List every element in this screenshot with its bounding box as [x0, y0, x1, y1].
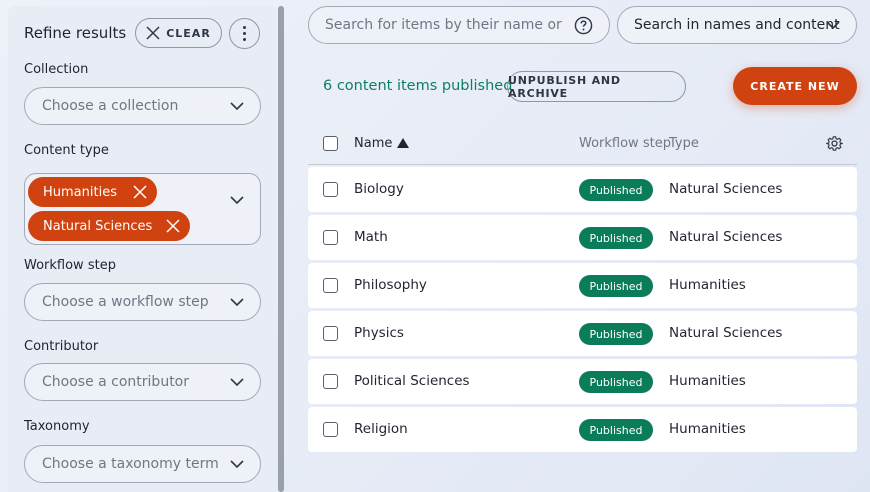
- sidebar-more-menu-button[interactable]: [229, 18, 260, 49]
- chevron-down-icon: [230, 460, 244, 469]
- column-header-name[interactable]: Name: [354, 136, 392, 151]
- create-new-button[interactable]: CREATE NEW: [733, 67, 857, 105]
- chevron-down-icon: [826, 21, 840, 30]
- remove-chip-icon[interactable]: [166, 219, 180, 233]
- item-name-link[interactable]: Biology: [354, 181, 404, 197]
- status-badge: Published: [579, 275, 653, 297]
- item-name-link[interactable]: Math: [354, 229, 388, 245]
- contributor-select[interactable]: Choose a contributor: [24, 363, 261, 401]
- item-name-link[interactable]: Religion: [354, 421, 408, 437]
- row-checkbox[interactable]: [323, 374, 338, 389]
- item-type: Humanities: [669, 421, 746, 437]
- collection-select[interactable]: Choose a collection: [24, 87, 261, 125]
- sort-ascending-icon[interactable]: [397, 138, 409, 148]
- taxonomy-filter-label: Taxonomy: [24, 419, 90, 434]
- content-type-filter-label: Content type: [24, 143, 109, 158]
- contributor-filter-label: Contributor: [24, 339, 99, 354]
- sidebar-title: Refine results: [24, 24, 127, 42]
- item-type: Humanities: [669, 277, 746, 293]
- chip-label: Natural Sciences: [43, 218, 153, 234]
- item-type: Natural Sciences: [669, 181, 783, 197]
- item-name-link[interactable]: Philosophy: [354, 277, 427, 293]
- sidebar-scrollbar[interactable]: [278, 6, 284, 492]
- workflow-step-select[interactable]: Choose a workflow step: [24, 283, 261, 321]
- status-badge: Published: [579, 179, 653, 201]
- kebab-dot: [243, 32, 246, 35]
- chevron-down-icon: [230, 196, 244, 205]
- kebab-menu-icon: [243, 26, 246, 29]
- table-header: Name Workflow step Type: [308, 121, 857, 165]
- search-input[interactable]: [325, 17, 563, 33]
- status-badge: Published: [579, 371, 653, 393]
- row-checkbox[interactable]: [323, 278, 338, 293]
- collection-filter-label: Collection: [24, 62, 89, 77]
- status-badge: Published: [579, 419, 653, 441]
- gear-icon[interactable]: [826, 135, 843, 152]
- table-row[interactable]: Political Sciences Published Humanities: [308, 359, 857, 404]
- collection-select-placeholder: Choose a collection: [42, 98, 179, 114]
- row-checkbox[interactable]: [323, 326, 338, 341]
- content-type-chip-humanities[interactable]: Humanities: [28, 177, 157, 207]
- chevron-down-icon: [230, 298, 244, 307]
- table-row[interactable]: Philosophy Published Humanities: [308, 263, 857, 308]
- workflow-step-select-placeholder: Choose a workflow step: [42, 294, 209, 310]
- help-icon[interactable]: [574, 16, 593, 35]
- kebab-dot: [243, 38, 246, 41]
- row-checkbox[interactable]: [323, 182, 338, 197]
- item-type: Humanities: [669, 373, 746, 389]
- status-badge: Published: [579, 227, 653, 249]
- column-header-type[interactable]: Type: [669, 136, 699, 151]
- remove-chip-icon[interactable]: [133, 185, 147, 199]
- filter-sidebar: Refine results CLEAR Collection Choose a…: [8, 6, 276, 492]
- status-badge: Published: [579, 323, 653, 345]
- workflow-step-filter-label: Workflow step: [24, 258, 116, 273]
- item-type: Natural Sciences: [669, 325, 783, 341]
- select-all-checkbox[interactable]: [323, 136, 338, 151]
- content-type-select[interactable]: Humanities Natural Sciences: [24, 173, 261, 245]
- scrollbar-thumb[interactable]: [278, 6, 284, 492]
- item-name-link[interactable]: Physics: [354, 325, 404, 341]
- results-count: 6 content items published: [323, 78, 513, 94]
- row-checkbox[interactable]: [323, 230, 338, 245]
- content-type-chip-natural-sciences[interactable]: Natural Sciences: [28, 211, 190, 241]
- taxonomy-select[interactable]: Choose a taxonomy term: [24, 445, 261, 483]
- search-scope-select[interactable]: Search in names and content: [617, 6, 857, 44]
- chip-label: Humanities: [43, 184, 117, 200]
- item-name-link[interactable]: Political Sciences: [354, 373, 470, 389]
- clear-filters-label: CLEAR: [166, 26, 211, 40]
- row-checkbox[interactable]: [323, 422, 338, 437]
- chevron-down-icon: [230, 102, 244, 111]
- taxonomy-select-placeholder: Choose a taxonomy term: [42, 456, 219, 472]
- table-row[interactable]: Biology Published Natural Sciences: [308, 167, 857, 212]
- unpublish-and-archive-button[interactable]: UNPUBLISH AND ARCHIVE: [507, 71, 686, 102]
- contributor-select-placeholder: Choose a contributor: [42, 374, 190, 390]
- table-row[interactable]: Math Published Natural Sciences: [308, 215, 857, 260]
- search-scope-value: Search in names and content: [634, 17, 840, 33]
- table-row[interactable]: Physics Published Natural Sciences: [308, 311, 857, 356]
- chevron-down-icon: [230, 378, 244, 387]
- item-type: Natural Sciences: [669, 229, 783, 245]
- table-row[interactable]: Religion Published Humanities: [308, 407, 857, 452]
- search-field[interactable]: [308, 6, 610, 44]
- column-header-workflow-step[interactable]: Workflow step: [579, 136, 671, 151]
- close-icon: [146, 26, 160, 40]
- clear-filters-button[interactable]: CLEAR: [135, 18, 222, 48]
